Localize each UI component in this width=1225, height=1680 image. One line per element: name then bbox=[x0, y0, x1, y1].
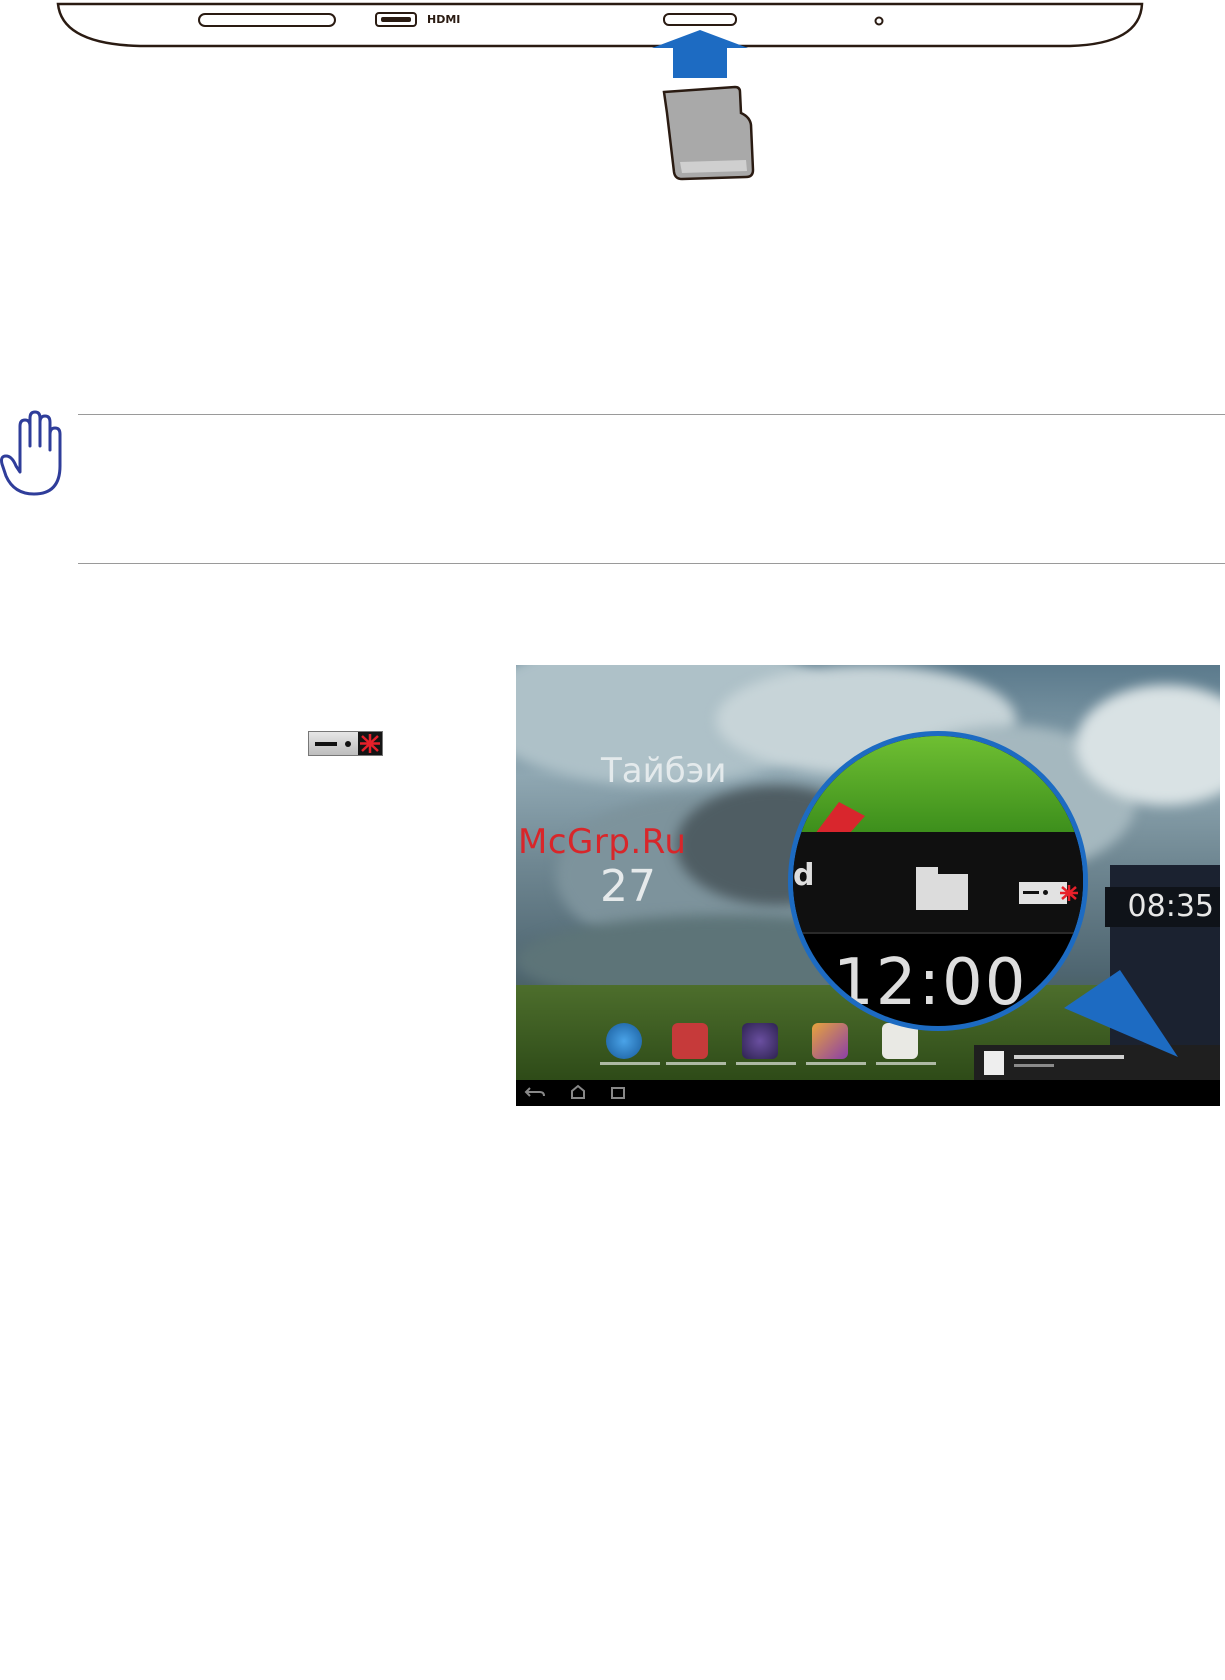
system-navbar bbox=[516, 1080, 1220, 1106]
divider-bottom bbox=[78, 563, 1225, 564]
microsd-card-icon bbox=[662, 85, 755, 181]
tablet-edge-illustration bbox=[56, 2, 1144, 181]
watermark: McGrp.Ru bbox=[518, 822, 687, 862]
volume-button bbox=[198, 13, 336, 27]
folder-icon bbox=[916, 867, 968, 910]
back-icon bbox=[524, 1087, 545, 1097]
microsd-slot bbox=[663, 13, 737, 26]
recent-apps-icon bbox=[611, 1087, 625, 1099]
hand-caution-icon bbox=[0, 410, 62, 496]
tablet-screenshot: Тайбэи 27 08:35 d 12:00 bbox=[516, 665, 1220, 1106]
magnified-text: d bbox=[793, 858, 815, 893]
eject-sdcard-icon[interactable] bbox=[1019, 882, 1078, 904]
magnified-status-area: d 12:00 bbox=[788, 731, 1088, 1031]
magnified-time: 12:00 bbox=[833, 946, 1028, 1020]
home-icon bbox=[571, 1084, 585, 1099]
microphone-icon bbox=[874, 16, 884, 26]
hdmi-label: HDMI bbox=[427, 13, 461, 26]
divider-top bbox=[78, 414, 1225, 415]
eject-sdcard-icon bbox=[308, 731, 383, 756]
